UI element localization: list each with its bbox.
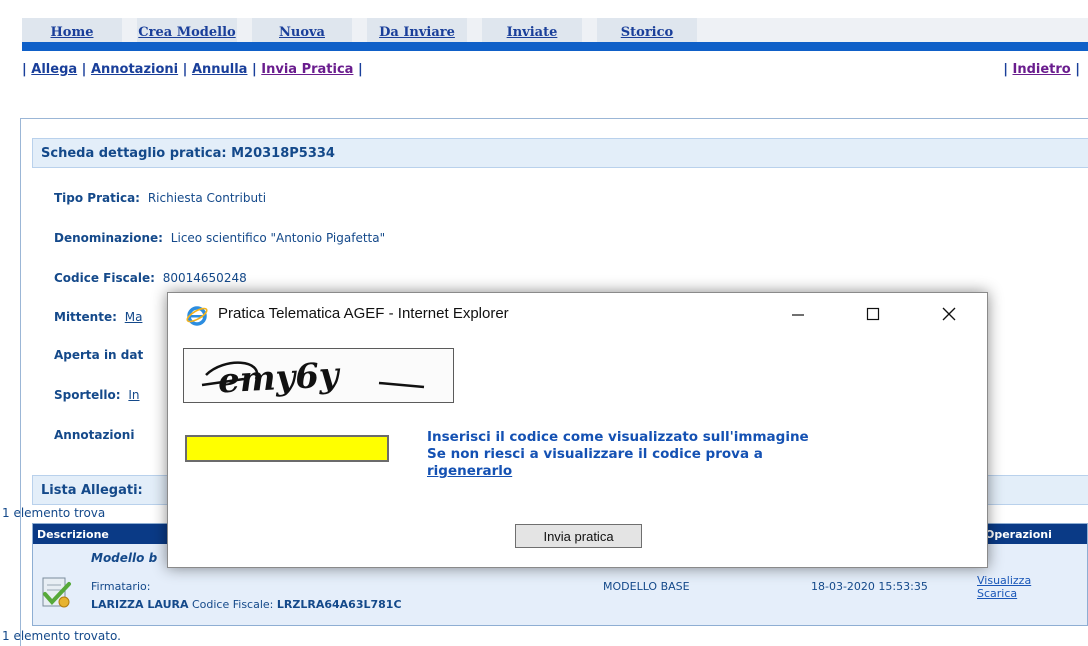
tipo-pratica-value: Richiesta Contributi [147,191,267,205]
dialog-title: Pratica Telematica AGEF - Internet Explo… [218,305,509,322]
minimize-button[interactable] [775,299,821,329]
field-annotazioni: Annotazioni [54,428,138,442]
codice-fiscale-value: 80014650248 [162,271,247,285]
modello-tipo: MODELLO BASE [603,580,690,593]
back-links: | Indietro | [1003,62,1080,77]
annulla-link[interactable]: Annulla [192,62,248,77]
instruction-line-1: Inserisci il codice come visualizzato su… [427,429,809,445]
firmatario-label: Firmatario: [91,580,151,593]
invia-pratica-button[interactable]: Invia pratica [515,524,642,548]
allega-link[interactable]: Allega [31,62,77,77]
mittente-link[interactable]: Ma [125,310,143,324]
signed-document-icon [39,576,73,613]
field-aperta: Aperta in dat [54,348,147,362]
aperta-label: Aperta in dat [54,348,144,362]
count-bottom: 1 elemento trovato. [2,629,121,643]
internet-explorer-icon [186,304,208,329]
close-button[interactable] [926,299,972,329]
tab-da-inviare[interactable]: Da Inviare [367,18,467,42]
captcha-instructions: Inserisci il codice come visualizzato su… [427,429,907,480]
field-sportello: Sportello: In [54,388,140,402]
indietro-link[interactable]: Indietro [1012,62,1070,77]
firmatario-row: LARIZZA LAURA Codice Fiscale: LRZLRA64A6… [91,598,402,611]
sportello-link[interactable]: In [128,388,139,402]
captcha-text: emy6y [217,355,342,401]
annotazioni-link[interactable]: Annotazioni [91,62,178,77]
captcha-code-input[interactable] [185,435,389,462]
captcha-image: emy6y [183,348,454,403]
sportello-label: Sportello: [54,388,121,402]
codice-fiscale-label: Codice Fiscale: [54,271,155,285]
maximize-button[interactable] [850,299,896,329]
instruction-line-2: Se non riesci a visualizzare il codice p… [427,446,763,462]
tab-storico[interactable]: Storico [597,18,697,42]
tab-home[interactable]: Home [22,18,122,42]
firmatario-cf-label: Codice Fiscale: [191,598,274,611]
firmatario-cf-value: LRZLRA64A63L781C [276,598,402,611]
header-descrizione: Descrizione [37,528,109,541]
visualizza-link[interactable]: Visualizza [977,574,1031,587]
dialog-titlebar: Pratica Telematica AGEF - Internet Explo… [168,293,987,335]
field-denominazione: Denominazione: Liceo scientifico "Antoni… [54,231,385,245]
header-operazioni: Operazioni [985,528,1052,541]
rigenera-link[interactable]: rigenerarlo [427,463,512,479]
action-links: | Allega | Annotazioni | Annulla | Invia… [22,62,363,77]
modello-name: Modello b [91,551,158,565]
operations: Visualizza Scarica [977,574,1031,600]
denominazione-value: Liceo scientifico "Antonio Pigafetta" [170,231,386,245]
tab-inviate[interactable]: Inviate [482,18,582,42]
count-top: 1 elemento trova [2,506,106,520]
field-tipo-pratica: Tipo Pratica: Richiesta Contributi [54,191,266,205]
field-mittente: Mittente: Ma [54,310,142,324]
top-nav: Home Crea Modello Nuova Da Inviare Invia… [22,18,1088,42]
field-codice-fiscale: Codice Fiscale: 80014650248 [54,271,247,285]
denominazione-label: Denominazione: [54,231,163,245]
tipo-pratica-label: Tipo Pratica: [54,191,140,205]
firmatario-name: LARIZZA LAURA [91,598,189,611]
modello-data: 18-03-2020 15:53:35 [811,580,928,593]
scheda-title: Scheda dettaglio pratica: M20318P5334 [32,138,1088,168]
scarica-link[interactable]: Scarica [977,587,1017,600]
tab-crea-modello[interactable]: Crea Modello [137,18,237,42]
invia-pratica-link[interactable]: Invia Pratica [261,62,353,77]
nav-band [22,42,1088,51]
captcha-dialog: Pratica Telematica AGEF - Internet Explo… [167,292,988,568]
tab-nuova[interactable]: Nuova [252,18,352,42]
annotazioni-label: Annotazioni [54,428,135,442]
mittente-label: Mittente: [54,310,117,324]
